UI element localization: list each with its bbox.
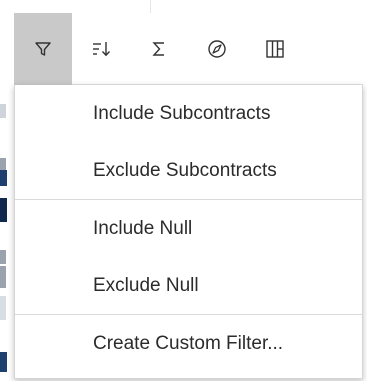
background-divider (150, 0, 151, 13)
filter-icon (35, 42, 51, 56)
visualization-toolbar (14, 13, 363, 85)
create-custom-filter-item[interactable]: Create Custom Filter... (15, 315, 362, 372)
columns-button[interactable] (246, 13, 304, 85)
background-edge-mark (0, 158, 6, 170)
background-edge-mark (0, 296, 6, 320)
background-edge-mark (0, 198, 7, 222)
screen: Include Subcontracts Exclude Subcontract… (0, 0, 367, 381)
background-edge-mark (0, 250, 6, 264)
summarize-button[interactable] (130, 13, 188, 85)
exclude-subcontracts-item[interactable]: Exclude Subcontracts (15, 142, 362, 199)
filter-menu: Include Subcontracts Exclude Subcontract… (14, 85, 363, 379)
background-edge-mark (0, 352, 7, 372)
background-edge-mark (0, 266, 6, 288)
sigma-icon (152, 42, 164, 56)
include-null-item[interactable]: Include Null (15, 200, 362, 257)
exclude-null-item[interactable]: Exclude Null (15, 257, 362, 314)
sort-button[interactable] (72, 13, 130, 85)
background-edge-mark (0, 104, 6, 118)
menu-group-custom: Create Custom Filter... (15, 315, 362, 372)
background-edge-mark (0, 170, 7, 186)
table-columns-icon (266, 40, 284, 58)
navigate-button[interactable] (188, 13, 246, 85)
sort-icon (93, 42, 111, 57)
menu-group-subcontracts: Include Subcontracts Exclude Subcontract… (15, 85, 362, 200)
compass-icon (208, 40, 226, 58)
include-subcontracts-item[interactable]: Include Subcontracts (15, 85, 362, 142)
filter-button[interactable] (14, 13, 72, 85)
menu-group-null: Include Null Exclude Null (15, 200, 362, 315)
